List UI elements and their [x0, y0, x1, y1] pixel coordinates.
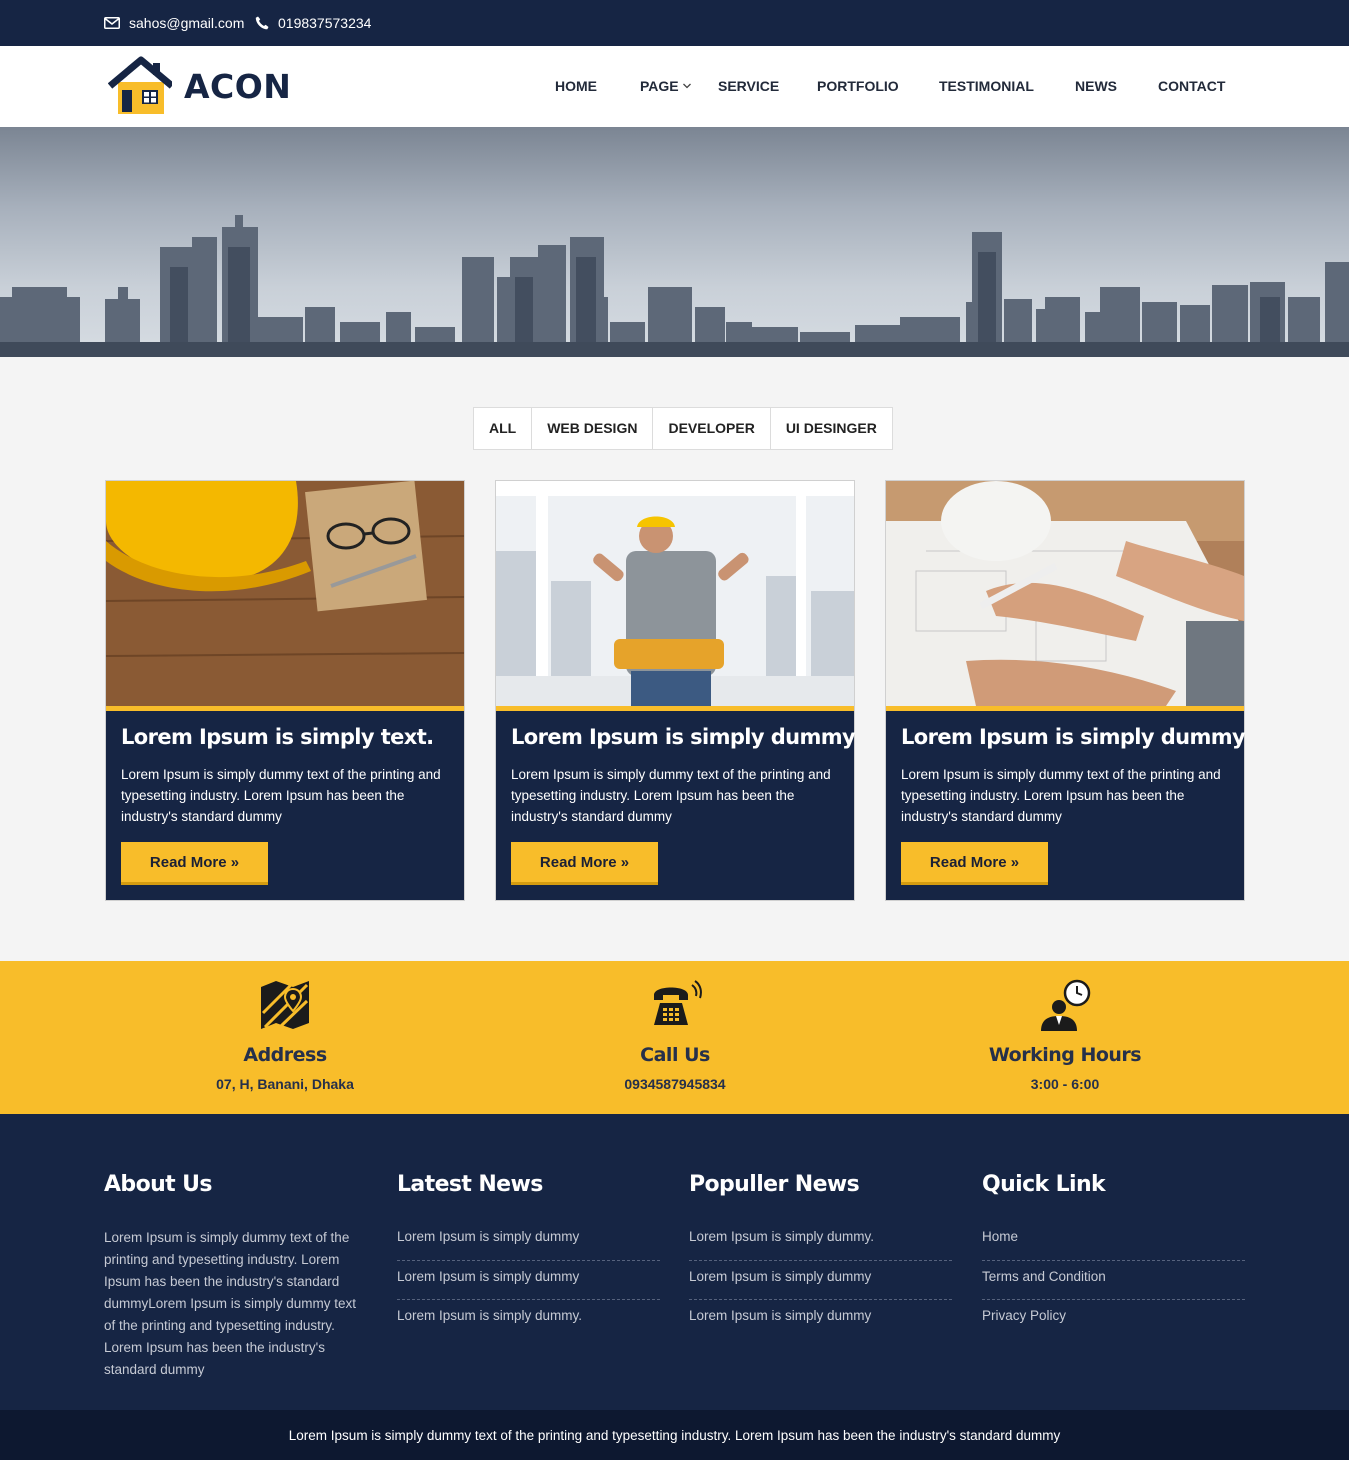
nav-service[interactable]: SERVICE	[718, 46, 779, 127]
latest-news-link[interactable]: Lorem Ipsum is simply dummy.	[397, 1300, 660, 1340]
map-icon	[261, 981, 309, 1029]
chevron-down-icon	[682, 83, 691, 89]
card-accent-bar	[106, 706, 464, 711]
topbar-email[interactable]: sahos@gmail.com	[104, 0, 244, 46]
nav-page[interactable]: PAGE	[640, 46, 691, 127]
contact-label: Call Us	[640, 1044, 710, 1066]
house-logo-icon	[108, 56, 172, 114]
portfolio-filter-tabs: ALL WEB DESIGN DEVELOPER UI DESINGER	[473, 407, 893, 450]
read-more-button[interactable]: Read More »	[511, 842, 658, 885]
filter-tab-web-design[interactable]: WEB DESIGN	[532, 408, 654, 449]
nav-contact[interactable]: CONTACT	[1158, 46, 1225, 127]
footer-about-text: Lorem Ipsum is simply dummy text of the …	[104, 1230, 357, 1377]
nav-page-label: PAGE	[640, 78, 679, 94]
site-footer: About Us Lorem Ipsum is simply dummy tex…	[0, 1114, 1349, 1410]
latest-news-link[interactable]: Lorem Ipsum is simply dummy	[397, 1261, 660, 1300]
site-header: ACON HOME PAGE SERVICE PORTFOLIO TESTIMO…	[0, 46, 1349, 127]
clock-person-icon	[1041, 979, 1091, 1031]
topbar-email-text: sahos@gmail.com	[129, 15, 245, 31]
copyright-text: Lorem Ipsum is simply dummy text of the …	[288, 1427, 1061, 1443]
copyright-bar: Lorem Ipsum is simply dummy text of the …	[0, 1410, 1349, 1460]
nav-testimonial[interactable]: TESTIMONIAL	[939, 46, 1034, 127]
card-description: Lorem Ipsum is simply dummy text of the …	[121, 767, 441, 824]
popular-news-link[interactable]: Lorem Ipsum is simply dummy	[689, 1261, 952, 1300]
quick-link-privacy[interactable]: Privacy Policy	[982, 1300, 1245, 1340]
filter-tab-all[interactable]: ALL	[474, 408, 533, 449]
contact-info-strip: Address 07, H, Banani, Dhaka Call Us 093…	[0, 961, 1349, 1114]
logo-text: ACON	[184, 66, 292, 106]
popular-news-list: Lorem Ipsum is simply dummy. Lorem Ipsum…	[689, 1221, 952, 1340]
contact-working-hours: Working Hours 3:00 - 6:00	[935, 961, 1195, 1114]
card-accent-bar	[886, 706, 1244, 711]
card-accent-bar	[496, 706, 854, 711]
portfolio-card: Lorem Ipsum is simply text. Lorem Ipsum …	[105, 480, 465, 901]
latest-news-list: Lorem Ipsum is simply dummy Lorem Ipsum …	[397, 1221, 660, 1340]
card-title: Lorem Ipsum is simply dummy	[901, 725, 1246, 749]
telephone-icon	[654, 980, 702, 1025]
envelope-icon	[104, 17, 120, 29]
portfolio-card: Lorem Ipsum is simply dummy Lorem Ipsum …	[495, 480, 856, 901]
logo[interactable]: ACON	[108, 56, 291, 116]
footer-heading: About Us	[104, 1172, 212, 1197]
topbar-phone-text: 019837573234	[278, 15, 372, 31]
filter-tab-ui-designer[interactable]: UI DESINGER	[771, 408, 892, 449]
contact-address: Address 07, H, Banani, Dhaka	[155, 961, 415, 1114]
latest-news-link[interactable]: Lorem Ipsum is simply dummy	[397, 1221, 660, 1261]
card-title: Lorem Ipsum is simply dummy	[511, 725, 856, 749]
footer-heading: Latest News	[397, 1172, 543, 1197]
hardhat-notebook-image	[106, 481, 464, 706]
nav-portfolio[interactable]: PORTFOLIO	[817, 46, 899, 127]
contact-label: Working Hours	[988, 1044, 1142, 1066]
popular-news-link[interactable]: Lorem Ipsum is simply dummy.	[689, 1221, 952, 1261]
footer-heading: Populler News	[689, 1172, 860, 1197]
contact-value: 07, H, Banani, Dhaka	[216, 1076, 354, 1092]
card-title: Lorem Ipsum is simply text.	[121, 725, 434, 749]
top-bar: sahos@gmail.com 019837573234	[0, 0, 1349, 46]
quick-link-list: Home Terms and Condition Privacy Policy	[982, 1221, 1245, 1340]
read-more-button[interactable]: Read More »	[901, 842, 1048, 885]
city-skyline-image	[0, 215, 1349, 357]
nav-home[interactable]: HOME	[555, 46, 597, 127]
quick-link-home[interactable]: Home	[982, 1221, 1245, 1261]
quick-link-terms[interactable]: Terms and Condition	[982, 1261, 1245, 1300]
contact-call: Call Us 0934587945834	[545, 961, 805, 1114]
construction-worker-image	[496, 481, 854, 706]
popular-news-link[interactable]: Lorem Ipsum is simply dummy	[689, 1300, 952, 1340]
blueprint-drawing-image	[886, 481, 1244, 706]
nav-news[interactable]: NEWS	[1075, 46, 1117, 127]
card-description: Lorem Ipsum is simply dummy text of the …	[901, 767, 1221, 824]
hero-banner	[0, 127, 1349, 357]
footer-heading: Quick Link	[982, 1172, 1106, 1197]
phone-icon	[255, 16, 269, 30]
contact-label: Address	[243, 1044, 327, 1066]
contact-value: 0934587945834	[624, 1076, 726, 1092]
portfolio-card: Lorem Ipsum is simply dummy Lorem Ipsum …	[885, 480, 1246, 901]
topbar-phone[interactable]: 019837573234	[255, 0, 371, 46]
filter-tab-developer[interactable]: DEVELOPER	[653, 408, 771, 449]
card-description: Lorem Ipsum is simply dummy text of the …	[511, 767, 831, 824]
contact-value: 3:00 - 6:00	[1030, 1076, 1100, 1092]
read-more-button[interactable]: Read More »	[121, 842, 268, 885]
